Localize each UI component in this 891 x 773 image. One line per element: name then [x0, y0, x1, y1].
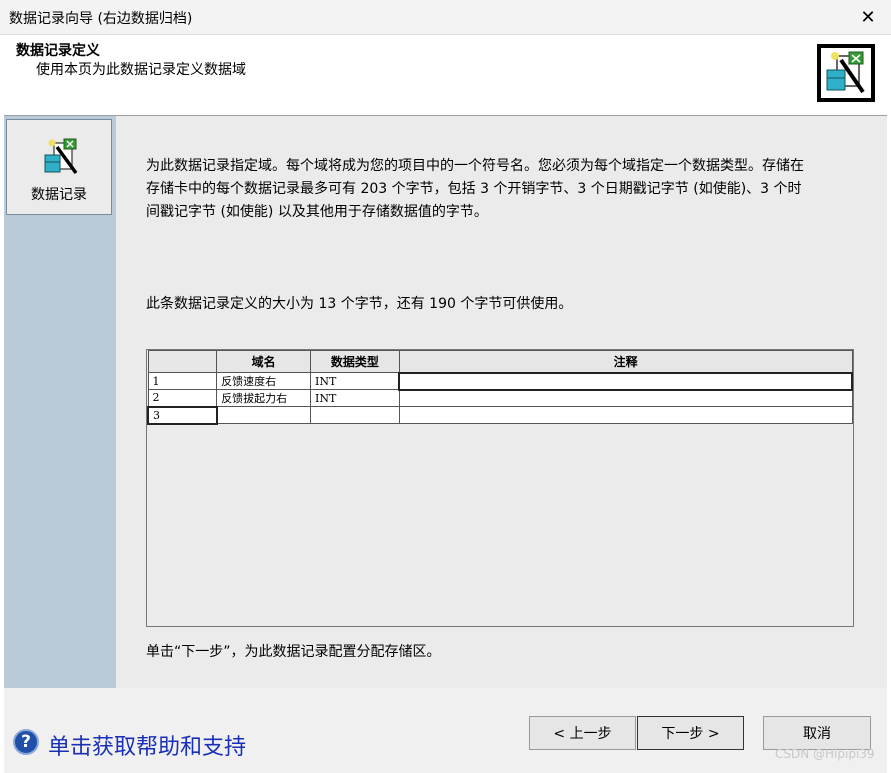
help-question-icon[interactable]: ? [13, 729, 39, 755]
comment-cell[interactable] [398, 371, 853, 391]
footer-note: 单击“下一步”，为此数据记录配置分配存储区。 [146, 644, 441, 660]
wizard-header: 数据记录定义 使用本页为此数据记录定义数据域 [4, 35, 887, 116]
watermark: CSDN @Hipipi39 [775, 747, 875, 761]
wizard-logo-icon [817, 44, 875, 102]
table-row[interactable]: 1 反馈速度右 INT [147, 371, 853, 391]
field-table: 域名 数据类型 注释 1 反馈速度右 INT 2 反馈拔起力右 INT 3 [147, 350, 853, 425]
field-name-cell[interactable]: 反馈拔起力右 [216, 389, 312, 407]
data-log-icon [42, 137, 82, 177]
intro-line-1: 为此数据记录指定域。每个域将成为您的项目中的一个符号名。您必须为每个域指定一个数… [146, 158, 804, 174]
table-row[interactable]: 2 反馈拔起力右 INT [147, 389, 853, 407]
page-title: 数据记录定义 [16, 43, 100, 59]
field-name-cell[interactable] [216, 406, 312, 424]
row-number-header [147, 350, 218, 373]
close-button[interactable]: ✕ [848, 0, 888, 34]
intro-line-2: 存储卡中的每个数据记录最多可有 203 个字节，包括 3 个开销字节、3 个日期… [146, 181, 802, 197]
size-info: 此条数据记录定义的大小为 13 个字节，还有 190 个字节可供使用。 [146, 296, 573, 312]
column-header-name[interactable]: 域名 [216, 350, 312, 373]
comment-cell[interactable] [398, 389, 853, 407]
close-icon: ✕ [860, 6, 876, 28]
column-header-comment[interactable]: 注释 [398, 350, 853, 373]
field-grid[interactable]: 域名 数据类型 注释 1 反馈速度右 INT 2 反馈拔起力右 INT 3 [146, 349, 854, 627]
sidebar-item-data-log[interactable]: 数据记录 [6, 119, 112, 215]
sidebar-item-label: 数据记录 [31, 187, 87, 203]
window-title: 数据记录向导 (右边数据归档) [9, 11, 193, 27]
table-header-row: 域名 数据类型 注释 [147, 350, 853, 373]
intro-line-3: 间戳记字节 (如使能) 以及其他用于存储数据值的字节。 [146, 204, 488, 220]
row-number: 1 [147, 372, 218, 390]
field-name-cell[interactable]: 反馈速度右 [216, 372, 312, 390]
row-number: 2 [147, 389, 218, 407]
data-type-cell[interactable] [310, 406, 400, 424]
next-button[interactable]: 下一步 > [637, 716, 744, 750]
help-link[interactable]: 单击获取帮助和支持 [48, 729, 246, 761]
column-header-type[interactable]: 数据类型 [310, 350, 400, 373]
back-button[interactable]: < 上一步 [529, 716, 636, 750]
comment-cell[interactable] [398, 406, 853, 424]
page-subtitle: 使用本页为此数据记录定义数据域 [36, 62, 246, 78]
data-type-cell[interactable]: INT [310, 389, 400, 407]
row-number: 3 [147, 405, 218, 425]
table-row[interactable]: 3 [147, 405, 853, 425]
data-type-cell[interactable]: INT [310, 372, 400, 390]
cancel-button[interactable]: 取消 [763, 716, 871, 750]
